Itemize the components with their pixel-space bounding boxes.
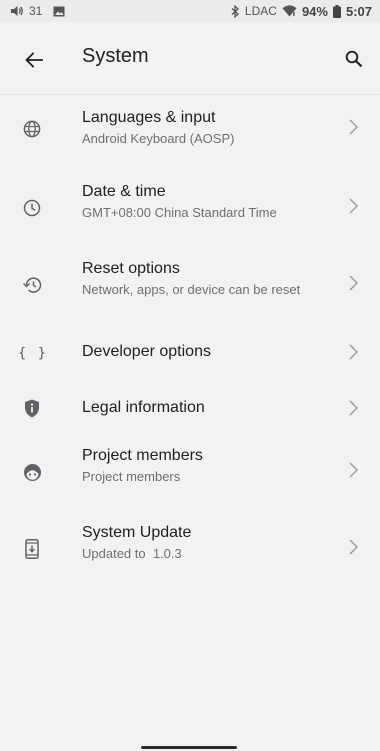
- search-button[interactable]: [342, 47, 366, 71]
- app-bar: System: [0, 22, 380, 94]
- chevron-right-icon: [346, 535, 360, 559]
- status-bar: 31 LDAC 94% 5:07: [0, 0, 380, 22]
- volume-level: 31: [29, 4, 43, 18]
- face-icon: [20, 460, 44, 484]
- list-item-system-update[interactable]: System Update Updated to 1.0.3: [0, 517, 380, 589]
- list-item-developer-options[interactable]: { } Developer options: [0, 328, 380, 378]
- shield-info-icon: [20, 396, 44, 420]
- battery-percent: 94%: [301, 3, 328, 19]
- chevron-right-icon: [346, 115, 360, 139]
- status-right: LDAC 94% 5:07: [230, 4, 372, 19]
- chevron-right-icon: [346, 340, 360, 364]
- item-subtitle: Project members: [82, 469, 181, 484]
- item-title: System Update: [82, 524, 192, 541]
- volume-icon: [10, 5, 24, 17]
- list-item-reset-options[interactable]: Reset options Network, apps, or device c…: [0, 251, 380, 323]
- item-title: Date & time: [82, 183, 166, 200]
- list-item-legal-information[interactable]: Legal information: [0, 384, 380, 434]
- system-update-icon: [20, 537, 44, 561]
- item-title: Legal information: [82, 399, 205, 416]
- item-title: Reset options: [82, 260, 180, 277]
- bt-codec: LDAC: [244, 4, 277, 18]
- search-icon: [345, 50, 363, 68]
- chevron-right-icon: [346, 194, 360, 218]
- item-subtitle: Updated to 1.0.3: [82, 546, 182, 561]
- item-subtitle: Android Keyboard (AOSP): [82, 131, 235, 146]
- item-title: Languages & input: [82, 109, 216, 126]
- chevron-right-icon: [346, 271, 360, 295]
- home-indicator[interactable]: [141, 746, 237, 749]
- status-left: 31: [10, 4, 65, 18]
- page-title: System: [82, 45, 149, 67]
- list-item-languages-input[interactable]: Languages & input Android Keyboard (AOSP…: [0, 95, 380, 165]
- globe-icon: [20, 117, 44, 141]
- list-item-date-time[interactable]: Date & time GMT+08:00 China Standard Tim…: [0, 174, 380, 246]
- item-subtitle: GMT+08:00 China Standard Time: [82, 205, 277, 220]
- item-title: Project members: [82, 447, 203, 464]
- image-icon: [53, 6, 65, 17]
- clock-time: 5:07: [345, 3, 372, 19]
- braces-icon: { }: [18, 345, 48, 361]
- history-icon: [20, 273, 44, 297]
- list-item-project-members[interactable]: Project members Project members: [0, 440, 380, 512]
- chevron-right-icon: [346, 458, 360, 482]
- item-subtitle: Network, apps, or device can be reset: [82, 282, 301, 297]
- chevron-right-icon: [346, 396, 360, 420]
- wifi-icon: [282, 5, 297, 17]
- clock-icon: [20, 196, 44, 220]
- arrow-back-icon: [25, 52, 43, 68]
- battery-icon: [332, 4, 341, 18]
- back-button[interactable]: [22, 48, 46, 72]
- item-title: Developer options: [82, 343, 211, 360]
- bluetooth-icon: [230, 4, 240, 18]
